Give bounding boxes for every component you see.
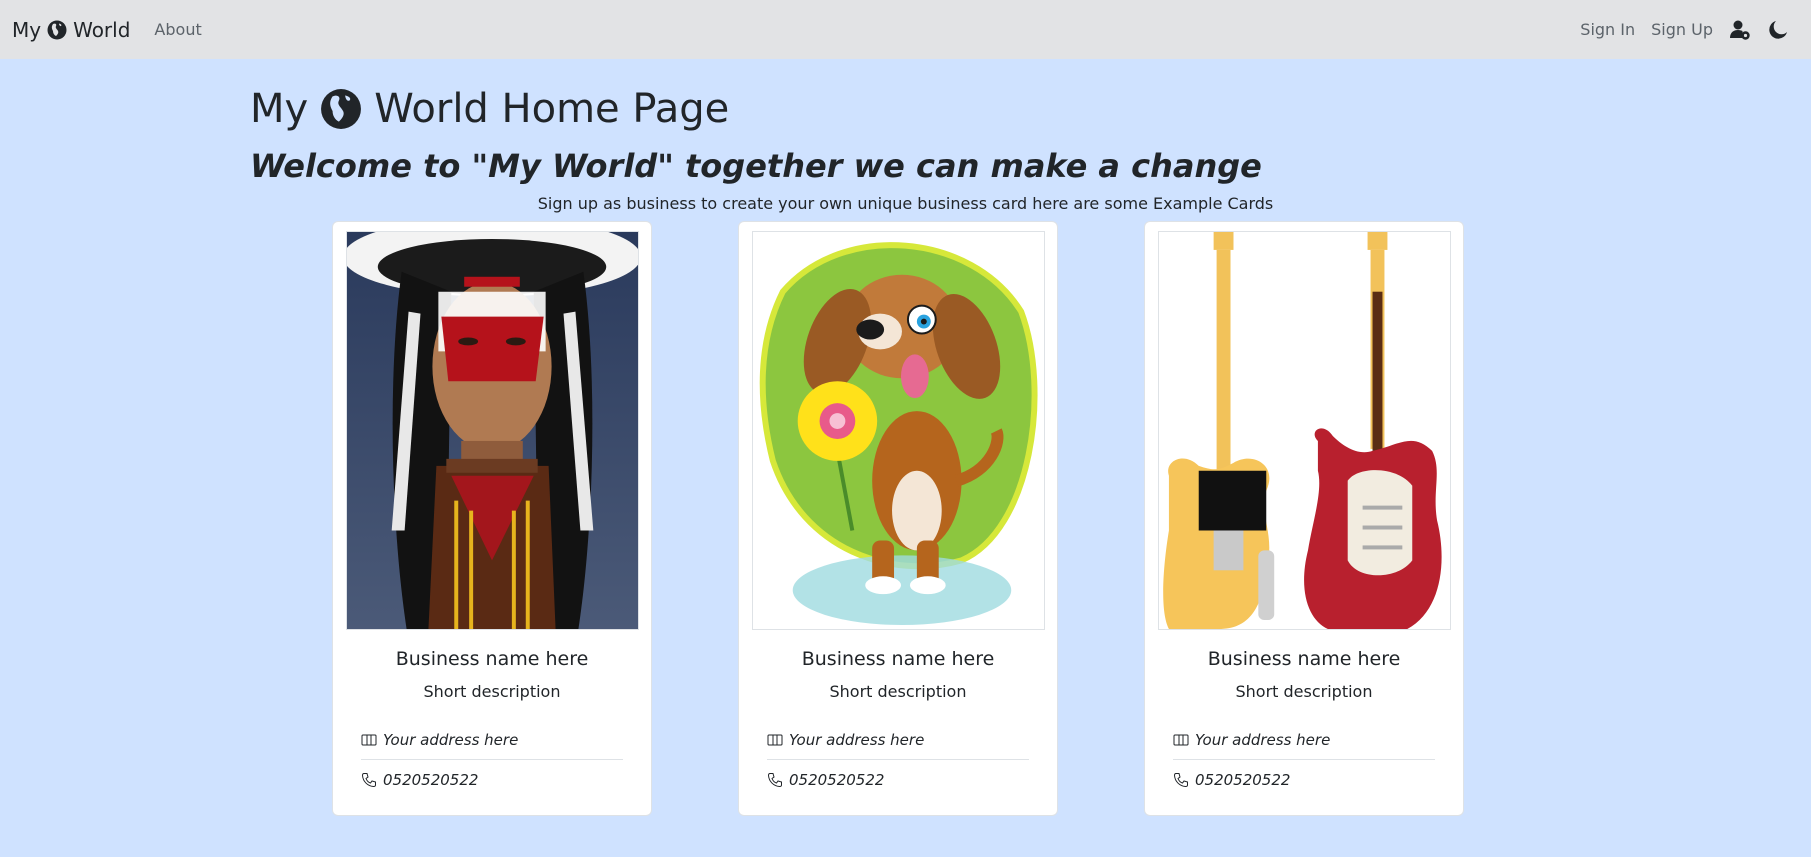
intro-text: Sign up as business to create your own u… xyxy=(537,194,1274,213)
business-card[interactable]: Business name here Short description You… xyxy=(738,221,1058,816)
map-icon xyxy=(361,734,377,745)
card-address: Your address here xyxy=(789,730,925,749)
phone-icon xyxy=(767,773,782,788)
card-description: Short description xyxy=(1235,682,1373,701)
page-title: My World Home Page xyxy=(250,84,729,134)
map-icon xyxy=(767,734,783,745)
globe-icon xyxy=(47,20,67,39)
title-prefix: My xyxy=(250,86,309,132)
phone-icon xyxy=(1173,773,1188,788)
card-address-row: Your address here xyxy=(361,720,623,760)
card-phone-row: 0520520522 xyxy=(1173,760,1435,800)
card-phone: 0520520522 xyxy=(789,771,885,789)
card-image-guitars xyxy=(1158,231,1451,630)
card-address-row: Your address here xyxy=(767,720,1029,760)
user-settings-icon[interactable] xyxy=(1729,19,1751,41)
nav-about-link[interactable]: About xyxy=(154,20,201,39)
map-icon xyxy=(1173,734,1189,745)
globe-icon xyxy=(321,89,362,129)
brand-prefix: My xyxy=(12,17,42,42)
card-description: Short description xyxy=(829,682,967,701)
business-card[interactable]: Business name here Short description You… xyxy=(1144,221,1464,816)
card-address: Your address here xyxy=(383,730,519,749)
navbar: My World About Sign In Sign Up xyxy=(0,0,1811,59)
card-title: Business name here xyxy=(395,648,589,670)
card-title: Business name here xyxy=(1207,648,1401,670)
title-suffix: World Home Page xyxy=(374,86,730,132)
card-phone-row: 0520520522 xyxy=(361,760,623,800)
sign-up-link[interactable]: Sign Up xyxy=(1651,20,1713,39)
card-phone: 0520520522 xyxy=(1195,771,1291,789)
moon-icon[interactable] xyxy=(1767,19,1789,41)
card-phone-row: 0520520522 xyxy=(767,760,1029,800)
phone-icon xyxy=(361,773,376,788)
business-card[interactable]: Business name here Short description You… xyxy=(332,221,652,816)
page-subtitle: Welcome to "My World" together we can ma… xyxy=(250,147,1262,185)
card-address-row: Your address here xyxy=(1173,720,1435,760)
card-image-chief xyxy=(346,231,639,630)
card-description: Short description xyxy=(423,682,561,701)
card-image-dog xyxy=(752,231,1045,630)
brand-suffix: World xyxy=(73,17,131,42)
card-phone: 0520520522 xyxy=(383,771,479,789)
nav-right-group: Sign In Sign Up xyxy=(1580,0,1789,59)
card-title: Business name here xyxy=(801,648,995,670)
sign-in-link[interactable]: Sign In xyxy=(1580,20,1635,39)
brand-link[interactable]: My World xyxy=(12,18,130,42)
card-address: Your address here xyxy=(1195,730,1331,749)
